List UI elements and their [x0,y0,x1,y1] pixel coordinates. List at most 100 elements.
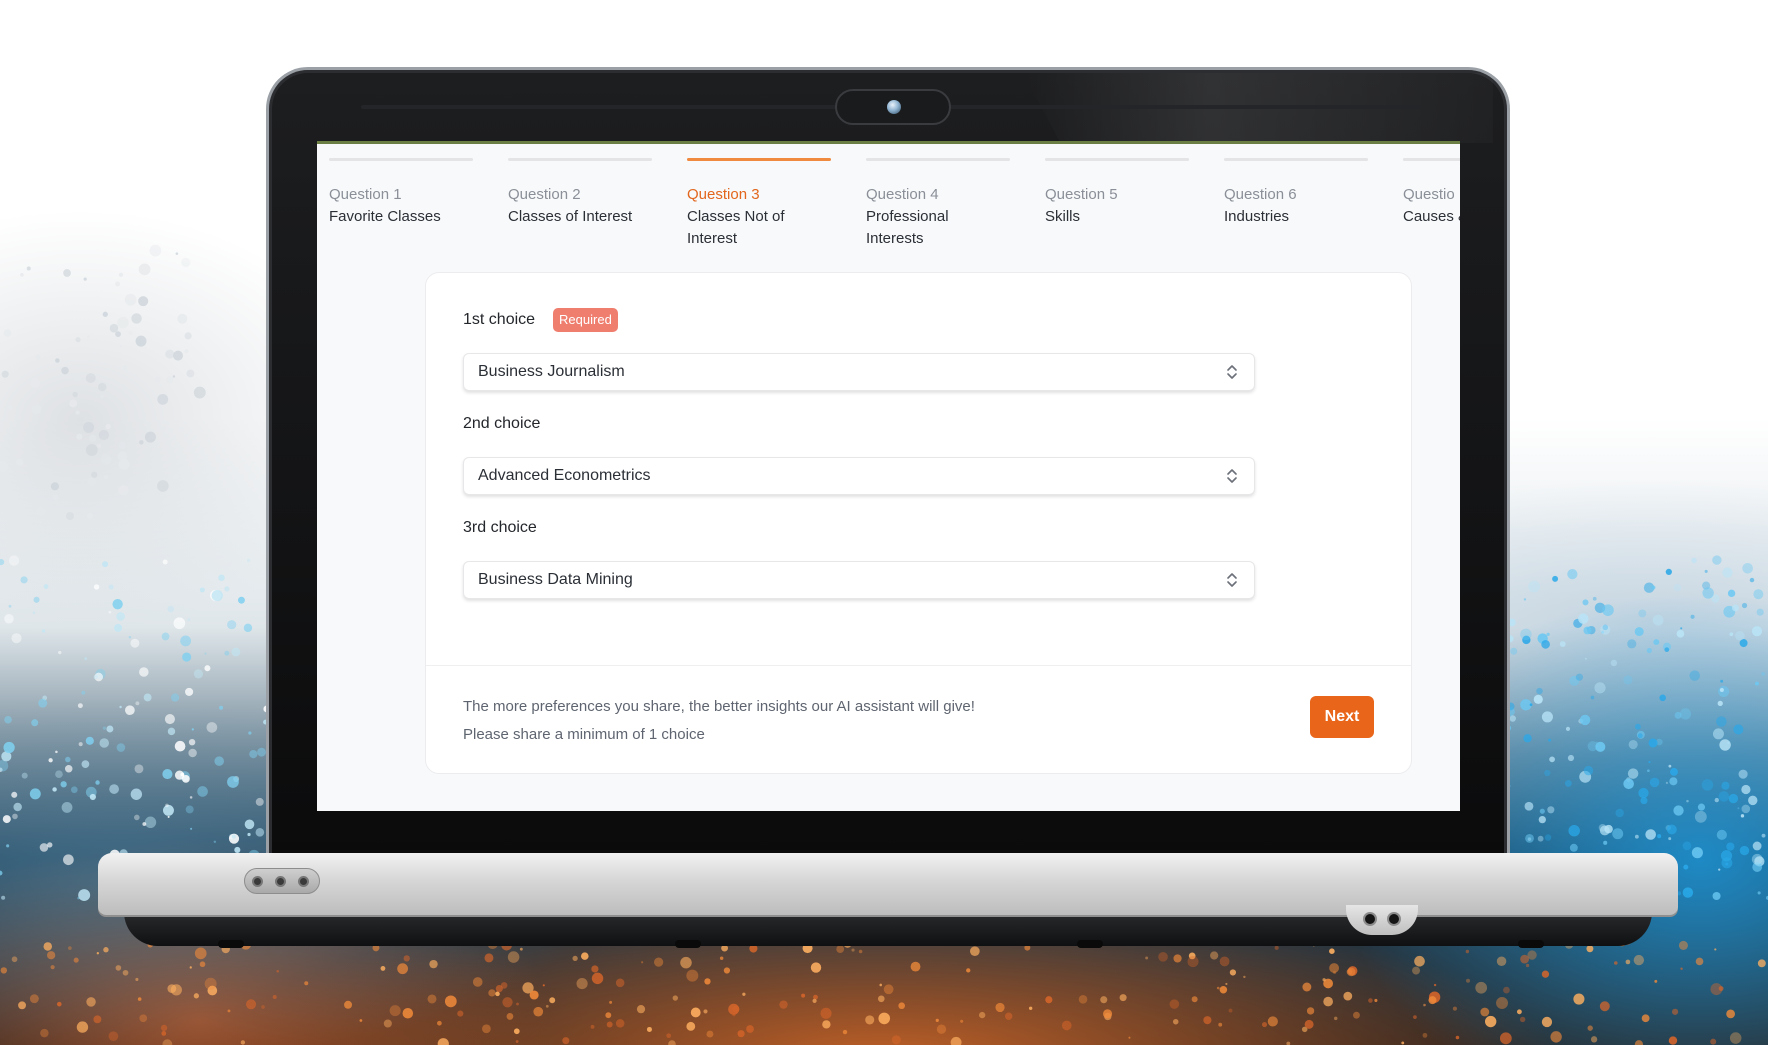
bokeh-dot [836,945,845,953]
next-button[interactable]: Next [1310,696,1374,738]
bokeh-dot [1537,835,1544,842]
bokeh-dot [103,475,109,480]
bokeh-dot [1679,708,1692,720]
step-number: Question 2 [508,186,581,203]
bokeh-dot [654,957,664,967]
bokeh-dot [18,1001,27,1010]
bokeh-dot [240,1040,246,1045]
bokeh-dot [1078,995,1088,1004]
bokeh-dot [137,997,142,1001]
bokeh-dot [437,1020,442,1026]
select-value: Advanced Econometrics [478,467,651,484]
bokeh-dot [1028,1006,1033,1010]
bokeh-dot [966,968,971,973]
bokeh-dot [1452,1006,1457,1011]
step-question-7[interactable]: Questio Causes & [1403,158,1460,228]
bokeh-dot [1573,993,1585,1005]
bokeh-dot [1590,1036,1598,1043]
step-question-3[interactable]: Question 3 Classes Not of Interest [687,158,831,250]
bokeh-dot [1729,632,1734,637]
bokeh-dot [1718,986,1724,991]
step-question-2[interactable]: Question 2 Classes of Interest [508,158,652,228]
bokeh-dot [1484,1015,1497,1028]
bokeh-dot [1575,673,1584,681]
bokeh-dot [1634,627,1644,637]
bokeh-dot [1752,841,1762,851]
bokeh-dot [1584,657,1587,660]
bokeh-dot [115,281,121,287]
bokeh-dot [52,787,57,792]
bokeh-dot [1218,1022,1223,1027]
bokeh-dot [91,471,98,478]
bokeh-dot [1731,604,1739,612]
bokeh-dot [1694,810,1707,823]
bokeh-dot [81,760,90,768]
bokeh-dot [389,1005,401,1017]
third-choice-select[interactable]: Business Data Mining [463,561,1255,599]
bokeh-dot [42,629,46,633]
bokeh-dot [1583,626,1592,635]
bokeh-dot [1712,891,1721,901]
bokeh-dot [686,969,699,982]
bokeh-dot [69,399,78,408]
bokeh-dot [175,252,179,256]
bokeh-dot [128,635,132,639]
bokeh-dot [1422,1003,1426,1007]
bokeh-dot [1712,555,1722,565]
bokeh-dot [76,1021,89,1033]
bokeh-dot [1590,695,1595,700]
bokeh-dot [157,480,169,492]
bokeh-dot [3,741,15,754]
bokeh-dot [344,1000,353,1009]
bokeh-dot [1682,841,1692,851]
bokeh-dot [732,1012,736,1017]
bokeh-dot [672,995,678,1001]
second-choice-select[interactable]: Advanced Econometrics [463,457,1255,495]
bokeh-dot [723,967,731,974]
bokeh-dot [87,335,90,339]
step-question-4[interactable]: Question 4 Professional Interests [866,158,1010,250]
step-question-1[interactable]: Question 1 Favorite Classes [329,158,473,228]
bokeh-dot [118,458,130,470]
bokeh-dot [444,995,457,1008]
bokeh-dot [1646,647,1652,654]
bokeh-dot [29,378,41,389]
bokeh-dot [820,1007,832,1019]
bokeh-dot [6,844,10,848]
bokeh-dot [167,984,177,994]
bokeh-dot [20,576,28,584]
step-question-6[interactable]: Question 6 Industries [1224,158,1368,228]
bokeh-dot [162,1039,173,1045]
chevron-up-down-icon [1222,568,1242,592]
bokeh-dot [182,652,192,662]
bokeh-dot [380,965,386,971]
field-label-text: 3rd choice [463,519,537,536]
bokeh-dot [1578,613,1589,624]
bokeh-dot [1333,970,1337,975]
bokeh-dot [193,993,199,999]
bokeh-dot [1714,797,1719,803]
bokeh-dot [1261,1021,1268,1028]
bokeh-dot [719,956,724,960]
bokeh-dot [190,827,193,830]
bokeh-dot [112,599,123,610]
bokeh-dot [666,1033,672,1039]
select-value: Business Journalism [478,363,625,380]
bokeh-dot [1676,629,1685,638]
bokeh-dot [8,404,13,410]
bokeh-dot [500,982,508,989]
bokeh-dot [130,638,140,648]
bokeh-dot [383,1019,392,1028]
bokeh-dot [86,512,93,519]
bokeh-dot [167,727,176,736]
bokeh-dot [686,1021,696,1031]
bokeh-dot [457,1010,464,1017]
first-choice-select[interactable]: Business Journalism [463,353,1255,391]
bokeh-dot [1538,815,1546,824]
step-number: Question 5 [1045,186,1118,203]
bokeh-dot [43,584,49,589]
step-question-5[interactable]: Question 5 Skills [1045,158,1189,228]
bokeh-dot [502,997,513,1008]
step-number: Question 4 [866,186,939,203]
bokeh-dot [180,635,192,647]
